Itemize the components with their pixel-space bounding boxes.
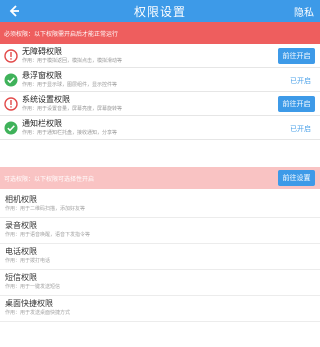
enabled-status: 已开启 (290, 125, 311, 133)
required-permissions-banner: 必须权限：以下权限需开启后才能正常运行 (0, 22, 320, 44)
permission-desc: 作用：用于通知栏托盘，接收通知，分享等 (22, 130, 118, 136)
back-arrow-icon[interactable] (6, 3, 22, 19)
optional-row-sms[interactable]: 短信权限 作用：用于一键发送短信 (0, 270, 320, 296)
app-header: 权限设置 隐私 (0, 0, 320, 22)
optional-permissions-banner: 可选权限：以下权限可选择性开启 前往设置 (0, 167, 320, 189)
permission-desc: 作用：用于一键发送短信 (5, 284, 61, 290)
permission-name: 相机权限 (5, 195, 37, 204)
permission-name: 悬浮窗权限 (22, 71, 62, 80)
permission-name: 短信权限 (5, 273, 37, 282)
permission-row-accessibility: 无障碍权限 作用：用于模拟返回，模拟点击，模拟滑动等 前往开启 (0, 44, 320, 68)
permission-desc: 作用：用于二维码扫描，添加好友等 (5, 206, 86, 212)
permission-desc: 作用：用于拨打电话 (5, 258, 51, 264)
required-permissions-list: 无障碍权限 作用：用于模拟返回，模拟点击，模拟滑动等 前往开启 悬浮窗权限 作用… (0, 44, 320, 140)
permission-name: 系统设置权限 (22, 95, 70, 104)
optional-permissions-list: 相机权限 作用：用于二维码扫描，添加好友等 录音权限 作用：用于语音唤醒，语音下… (0, 192, 320, 322)
permission-name: 电话权限 (5, 247, 37, 256)
permission-desc: 作用：用于语音唤醒，语音下发指令等 (5, 232, 91, 238)
permission-name: 桌面快捷权限 (5, 299, 53, 308)
permission-name: 无障碍权限 (22, 47, 62, 56)
enabled-status: 已开启 (290, 77, 311, 85)
check-icon (0, 68, 22, 92)
warning-icon (0, 92, 22, 116)
permission-desc: 作用：用于设置音量，屏幕亮度，屏幕旋转等 (22, 106, 123, 112)
warning-icon (0, 44, 22, 68)
enable-accessibility-button[interactable]: 前往开启 (278, 48, 315, 64)
privacy-link[interactable]: 隐私 (294, 4, 314, 19)
optional-banner-text: 可选权限：以下权限可选择性开启 (4, 175, 95, 183)
permission-name: 录音权限 (5, 221, 37, 230)
optional-row-camera[interactable]: 相机权限 作用：用于二维码扫描，添加好友等 (0, 192, 320, 218)
go-to-settings-button[interactable]: 前往设置 (278, 170, 315, 186)
permission-name: 通知栏权限 (22, 119, 62, 128)
optional-row-shortcut[interactable]: 桌面快捷权限 作用：用于发送桌面快捷方式 (0, 296, 320, 322)
permission-row-system-settings: 系统设置权限 作用：用于设置音量，屏幕亮度，屏幕旋转等 前往开启 (0, 92, 320, 116)
permission-desc: 作用：用于显示球，图层组件，显示控件等 (22, 82, 118, 88)
optional-row-phone[interactable]: 电话权限 作用：用于拨打电话 (0, 244, 320, 270)
check-icon (0, 116, 22, 140)
optional-row-microphone[interactable]: 录音权限 作用：用于语音唤醒，语音下发指令等 (0, 218, 320, 244)
enable-system-settings-button[interactable]: 前往开启 (278, 96, 315, 112)
section-spacer (0, 140, 320, 167)
permission-row-notification: 通知栏权限 作用：用于通知栏托盘，接收通知，分享等 已开启 (0, 116, 320, 140)
permission-desc: 作用：用于发送桌面快捷方式 (5, 310, 71, 316)
permission-row-overlay: 悬浮窗权限 作用：用于显示球，图层组件，显示控件等 已开启 (0, 68, 320, 92)
permission-desc: 作用：用于模拟返回，模拟点击，模拟滑动等 (22, 58, 123, 64)
page-title: 权限设置 (133, 4, 186, 19)
